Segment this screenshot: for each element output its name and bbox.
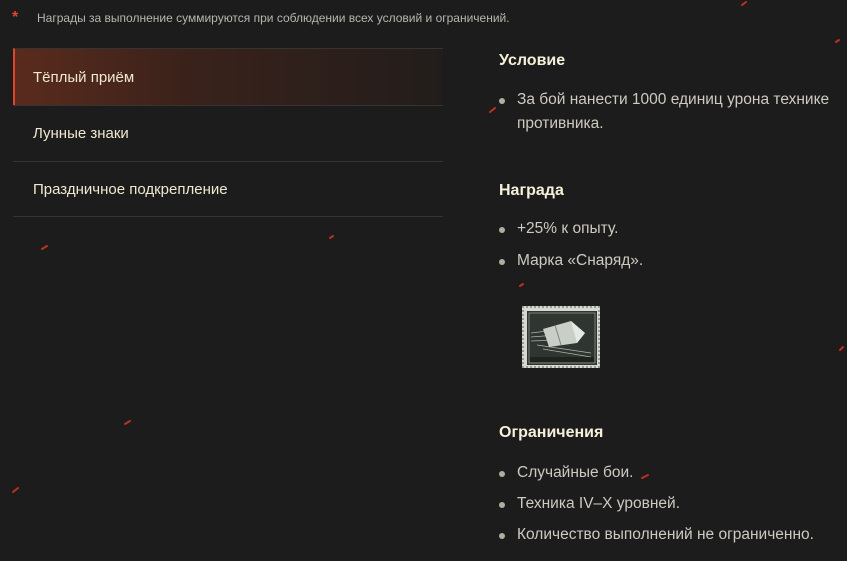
limit-item: Количество выполнений не ограниченно. bbox=[499, 523, 814, 547]
tab-holiday-reinforcement[interactable]: Праздничное подкрепление bbox=[13, 161, 443, 217]
rewards-note: * Награды за выполнение суммируются при … bbox=[12, 8, 812, 28]
reward-item-experience: +25% к опыту. bbox=[499, 217, 643, 241]
reward-title: Награда bbox=[499, 182, 564, 199]
tab-warm-welcome[interactable]: Тёплый приём bbox=[13, 48, 443, 105]
reward-section: Награда +25% к опыту. Марка «Снаряд». bbox=[499, 182, 643, 368]
limits-title: Ограничения bbox=[499, 424, 604, 441]
mission-tabs: Тёплый приём Лунные знаки Праздничное по… bbox=[13, 48, 443, 217]
condition-title: Условие bbox=[499, 52, 566, 69]
condition-section: Условие За бой нанести 1000 единиц урона… bbox=[499, 52, 847, 136]
limits-list: Случайные бои. Техника IV–X уровней. Кол… bbox=[499, 461, 814, 547]
rewards-note-text: Награды за выполнение суммируются при со… bbox=[37, 11, 510, 25]
condition-list: За бой нанести 1000 единиц урона технике… bbox=[499, 88, 847, 136]
reward-item-stamp: Марка «Снаряд». bbox=[499, 249, 643, 273]
limit-item: Случайные бои. bbox=[499, 461, 814, 485]
condition-item: За бой нанести 1000 единиц урона технике… bbox=[499, 88, 847, 136]
limit-item: Техника IV–X уровней. bbox=[499, 492, 814, 516]
reward-list: +25% к опыту. Марка «Снаряд». bbox=[499, 217, 643, 273]
tab-lunar-signs[interactable]: Лунные знаки bbox=[13, 105, 443, 161]
limits-section: Ограничения Случайные бои. Техника IV–X … bbox=[499, 424, 814, 554]
shell-stamp-icon[interactable] bbox=[522, 306, 600, 368]
asterisk-icon: * bbox=[12, 9, 19, 26]
mission-details: Условие За бой нанести 1000 единиц урона… bbox=[499, 48, 847, 543]
